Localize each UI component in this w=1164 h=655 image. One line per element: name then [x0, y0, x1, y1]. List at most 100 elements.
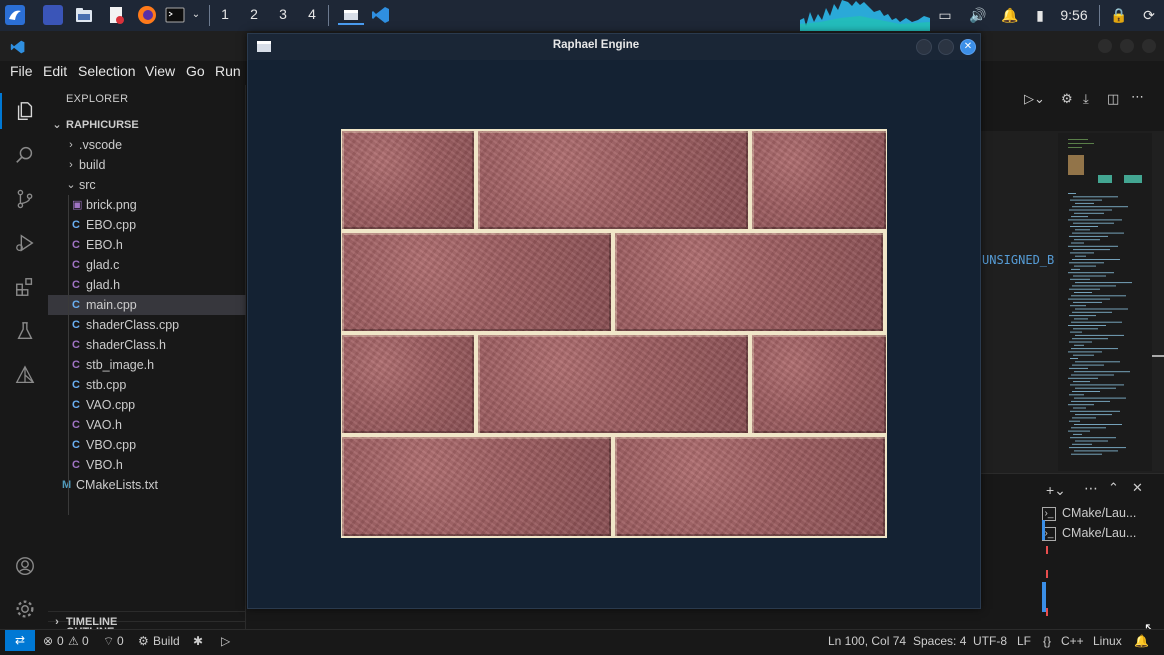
- battery-icon[interactable]: ▮: [1032, 7, 1048, 23]
- maximize-icon[interactable]: [938, 39, 954, 55]
- debug-bug-icon[interactable]: ✱: [193, 633, 203, 649]
- file-item[interactable]: C EBO.cpp: [48, 215, 246, 235]
- workspace-2[interactable]: 2: [244, 6, 264, 22]
- close-icon[interactable]: ✕: [960, 39, 976, 55]
- source-control-icon[interactable]: [14, 188, 36, 210]
- file-item[interactable]: ▣ brick.png: [48, 195, 246, 215]
- cursor-position[interactable]: Ln 100, Col 74: [828, 633, 906, 649]
- run-debug-icon[interactable]: [14, 232, 36, 254]
- file-item[interactable]: Cstb.cpp: [48, 375, 246, 395]
- minimap-line: [1070, 358, 1078, 359]
- screen-icon[interactable]: ▭: [937, 7, 953, 23]
- more-icon[interactable]: ⋯: [1084, 480, 1098, 497]
- editor-scrollbar[interactable]: [1152, 131, 1164, 471]
- taskbar-vscode-window[interactable]: [371, 5, 391, 25]
- settings-gear-icon[interactable]: [14, 598, 36, 620]
- desktop-panel: ⌄ 1 2 3 4 ▭ 🔊 🔔 ▮ 9:56 🔒 ⟳: [0, 0, 1164, 31]
- terminal-tab-1[interactable]: CMake/Lau...: [1062, 506, 1136, 520]
- show-desktop-icon[interactable]: [43, 5, 63, 25]
- file-item[interactable]: C VAO.cpp: [48, 395, 246, 415]
- menu-edit[interactable]: Edit: [43, 63, 67, 79]
- remote-indicator-icon[interactable]: ⇄: [5, 630, 35, 651]
- download-icon[interactable]: ⤓: [1083, 91, 1089, 107]
- menu-selection[interactable]: Selection: [78, 63, 136, 79]
- minimize-icon[interactable]: [1098, 39, 1112, 53]
- folder-item[interactable]: › .vscode: [48, 135, 246, 155]
- menu-view[interactable]: View: [145, 63, 175, 79]
- cmake-icon[interactable]: [14, 364, 36, 386]
- lock-icon[interactable]: 🔒: [1110, 7, 1127, 23]
- gear-icon[interactable]: ⚙: [1061, 91, 1073, 107]
- notification-bell-icon[interactable]: 🔔: [1001, 7, 1018, 23]
- new-terminal-icon[interactable]: +⌄: [1046, 482, 1066, 499]
- testing-icon[interactable]: [14, 320, 36, 342]
- minimap-line: [1073, 381, 1090, 383]
- search-icon[interactable]: [14, 144, 36, 166]
- minimap[interactable]: [1058, 133, 1152, 471]
- project-root[interactable]: ⌄ RAPHICURSE: [48, 115, 246, 135]
- line-endings[interactable]: LF: [1017, 633, 1031, 649]
- accounts-icon[interactable]: [14, 555, 36, 577]
- terminal-tab-2[interactable]: CMake/Lau...: [1062, 526, 1136, 540]
- file-item[interactable]: Cstb_image.h: [48, 355, 246, 375]
- file-item[interactable]: C EBO.h: [48, 235, 246, 255]
- text-editor-icon[interactable]: [106, 5, 126, 25]
- file-manager-icon[interactable]: [74, 5, 94, 25]
- more-actions-icon[interactable]: ⋯: [1131, 89, 1144, 105]
- explorer-icon[interactable]: [14, 100, 36, 122]
- power-icon[interactable]: ⟳: [1141, 7, 1157, 23]
- folder-item[interactable]: › build: [48, 155, 246, 175]
- platform[interactable]: Linux: [1093, 633, 1122, 649]
- close-icon[interactable]: [1142, 39, 1156, 53]
- folder-item[interactable]: ⌄ src: [48, 175, 246, 195]
- maximize-icon[interactable]: [1120, 39, 1134, 53]
- file-item[interactable]: C VBO.cpp: [48, 435, 246, 455]
- timeline-section[interactable]: › TIMELINE: [48, 611, 246, 631]
- chevron-down-icon[interactable]: ⌄: [188, 7, 204, 23]
- app-menu-icon[interactable]: [5, 5, 25, 25]
- workspace-4[interactable]: 4: [302, 6, 322, 22]
- errors-count[interactable]: 0: [57, 633, 64, 649]
- file-item[interactable]: C VBO.h: [48, 455, 246, 475]
- raphael-titlebar[interactable]: Raphael Engine ✕: [248, 34, 980, 60]
- encoding[interactable]: UTF-8: [973, 633, 1007, 649]
- workspace-3[interactable]: 3: [273, 6, 293, 22]
- minimap-line: [1071, 216, 1088, 218]
- file-item[interactable]: Cglad.h: [48, 275, 246, 295]
- clock[interactable]: 9:56: [1059, 7, 1089, 23]
- taskbar-raphael-window[interactable]: [338, 5, 364, 25]
- terminal-icon[interactable]: [165, 5, 185, 25]
- run-icon[interactable]: ▷⌄: [1024, 91, 1045, 107]
- file-item[interactable]: CshaderClass.cpp: [48, 315, 246, 335]
- extensions-icon[interactable]: [14, 276, 36, 298]
- editor-text[interactable]: UNSIGNED_B: [980, 155, 1058, 471]
- minimap-line: [1071, 348, 1118, 350]
- minimize-icon[interactable]: [916, 39, 932, 55]
- file-name: build: [79, 158, 106, 172]
- indentation[interactable]: Spaces: 4: [913, 633, 966, 649]
- file-item[interactable]: Cmain.cpp: [48, 295, 246, 315]
- build-button[interactable]: Build: [153, 633, 180, 649]
- close-panel-icon[interactable]: ✕: [1132, 480, 1143, 496]
- file-item[interactable]: C VAO.h: [48, 415, 246, 435]
- file-item[interactable]: CshaderClass.h: [48, 335, 246, 355]
- firefox-icon[interactable]: [137, 5, 157, 25]
- opengl-viewport[interactable]: [248, 60, 980, 608]
- warnings-count[interactable]: 0: [82, 633, 89, 649]
- volume-icon[interactable]: 🔊: [969, 7, 986, 23]
- file-item[interactable]: Cglad.c: [48, 255, 246, 275]
- workspace-1[interactable]: 1: [215, 6, 235, 22]
- notifications-bell-icon[interactable]: 🔔: [1134, 633, 1149, 649]
- minimap-line: [1074, 265, 1096, 267]
- menu-go[interactable]: Go: [186, 63, 205, 79]
- split-editor-icon[interactable]: ◫: [1107, 91, 1119, 107]
- menu-file[interactable]: File: [10, 63, 33, 79]
- ports-count[interactable]: 0: [117, 633, 124, 649]
- language-mode[interactable]: C++: [1061, 633, 1084, 649]
- launch-play-icon[interactable]: ▷: [221, 633, 230, 649]
- maximize-panel-icon[interactable]: ⌃: [1108, 480, 1119, 496]
- cpp-file-icon: C: [72, 219, 80, 231]
- explorer-title: EXPLORER: [66, 93, 129, 105]
- menu-run[interactable]: Run: [215, 63, 241, 79]
- file-item[interactable]: M CMakeLists.txt: [48, 475, 246, 495]
